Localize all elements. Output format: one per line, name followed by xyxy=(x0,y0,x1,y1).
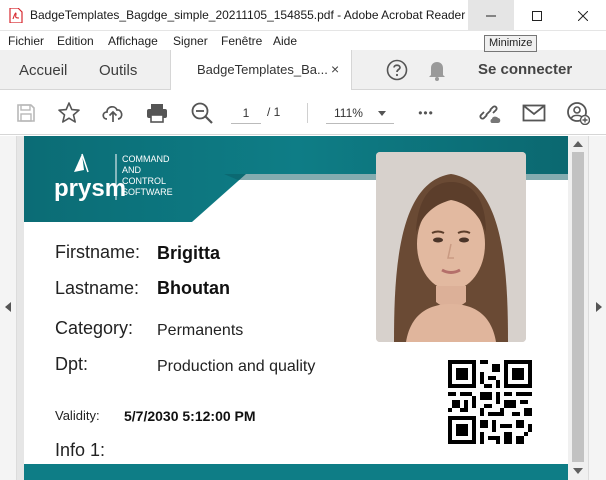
category-label: Category: xyxy=(55,318,134,338)
chevron-down-icon xyxy=(378,111,386,116)
close-window-button[interactable] xyxy=(560,0,606,31)
menu-edition[interactable]: Edition xyxy=(57,34,94,48)
menu-signer[interactable]: Signer xyxy=(173,34,208,48)
close-icon xyxy=(578,10,588,21)
save-icon xyxy=(17,104,35,122)
upload-button[interactable] xyxy=(100,100,126,126)
logo-tagline-4: SOFTWARE xyxy=(122,187,173,197)
toolbar-divider xyxy=(307,103,308,123)
star-icon xyxy=(58,102,80,123)
add-user-icon xyxy=(567,102,590,125)
more-icon: ••• xyxy=(418,106,434,120)
badge-footer-band xyxy=(24,464,568,480)
mail-icon xyxy=(522,104,546,122)
badge-photo xyxy=(376,152,526,342)
save-button[interactable] xyxy=(13,100,39,126)
category-value: Permanents xyxy=(157,322,244,339)
window-title: BadgeTemplates_Bagdge_simple_20211105_15… xyxy=(30,8,470,22)
right-panel-toggle[interactable] xyxy=(588,136,606,480)
tab-document-label: BadgeTemplates_Ba... xyxy=(197,62,328,77)
tab-document[interactable]: BadgeTemplates_Ba... × xyxy=(170,50,352,90)
print-button[interactable] xyxy=(144,100,170,126)
tab-bar: Accueil Outils BadgeTemplates_Ba... × Se… xyxy=(0,50,606,90)
add-user-button[interactable] xyxy=(565,100,591,126)
logo-tagline-2: AND xyxy=(122,165,142,175)
lastname-value: Bhoutan xyxy=(157,278,230,298)
dpt-label: Dpt: xyxy=(55,354,89,374)
print-icon xyxy=(147,104,167,123)
lastname-label: Lastname: xyxy=(55,278,140,298)
zoom-value: 111% xyxy=(334,106,363,120)
notifications-button[interactable] xyxy=(425,58,449,82)
logo-word: prysm xyxy=(54,175,126,202)
left-panel-toggle[interactable] xyxy=(0,136,17,480)
vertical-scrollbar[interactable] xyxy=(568,136,588,480)
maximize-icon xyxy=(532,10,542,21)
zoom-select[interactable]: 111% xyxy=(326,102,394,124)
chevron-left-icon xyxy=(5,302,11,312)
maximize-button[interactable] xyxy=(514,0,560,31)
scroll-up-icon[interactable] xyxy=(573,141,583,147)
validity-value: 5/7/2030 5:12:00 PM xyxy=(124,408,256,424)
link-icon xyxy=(479,105,501,123)
chevron-right-icon xyxy=(596,302,602,312)
menu-aide[interactable]: Aide xyxy=(273,34,297,48)
menu-fichier[interactable]: Fichier xyxy=(8,34,44,48)
minimize-icon xyxy=(486,15,496,16)
sign-in-link[interactable]: Se connecter xyxy=(478,61,572,78)
minimize-button[interactable] xyxy=(468,0,514,31)
help-icon xyxy=(386,59,408,81)
logo-tagline-3: CONTROL xyxy=(122,176,166,186)
document-area: prysm COMMAND AND CONTROL SOFTWARE First… xyxy=(0,136,606,480)
validity-label: Validity: xyxy=(55,408,100,423)
tab-close-icon[interactable]: × xyxy=(331,61,339,77)
logo-tagline-1: COMMAND xyxy=(122,154,170,164)
firstname-value: Brigitta xyxy=(157,243,220,263)
zoom-out-button[interactable] xyxy=(189,100,215,126)
more-tools-button[interactable]: ••• xyxy=(413,100,439,126)
tab-tools[interactable]: Outils xyxy=(99,50,137,90)
page-number-input[interactable]: 1 xyxy=(231,102,261,124)
bookmark-button[interactable] xyxy=(56,100,82,126)
tab-home[interactable]: Accueil xyxy=(19,50,67,90)
firstname-label: Firstname: xyxy=(55,242,141,262)
share-link-button[interactable] xyxy=(476,100,502,126)
menu-fenetre[interactable]: Fenêtre xyxy=(221,34,262,48)
scroll-down-icon[interactable] xyxy=(573,468,583,474)
page-total: / 1 xyxy=(267,105,281,119)
pdf-icon xyxy=(9,8,23,23)
dpt-value: Production and quality xyxy=(157,358,316,375)
upload-icon xyxy=(102,106,123,122)
menu-affichage[interactable]: Affichage xyxy=(108,34,158,48)
minimize-tooltip: Minimize xyxy=(484,35,538,52)
prysm-logo: prysm COMMAND AND CONTROL SOFTWARE xyxy=(54,152,224,212)
scroll-thumb[interactable] xyxy=(572,152,584,462)
toolbar: 1 / 1 111% ••• xyxy=(0,91,606,135)
qr-code xyxy=(448,360,532,444)
zoom-out-icon xyxy=(191,102,213,124)
bell-icon xyxy=(429,62,445,81)
badge-page: prysm COMMAND AND CONTROL SOFTWARE First… xyxy=(24,136,568,480)
title-bar: BadgeTemplates_Bagdge_simple_20211105_15… xyxy=(0,0,606,31)
prysm-logo-mark: prysm COMMAND AND CONTROL SOFTWARE xyxy=(54,153,173,202)
help-button[interactable] xyxy=(385,58,409,82)
info1-label: Info 1: xyxy=(55,440,106,460)
email-button[interactable] xyxy=(521,100,547,126)
